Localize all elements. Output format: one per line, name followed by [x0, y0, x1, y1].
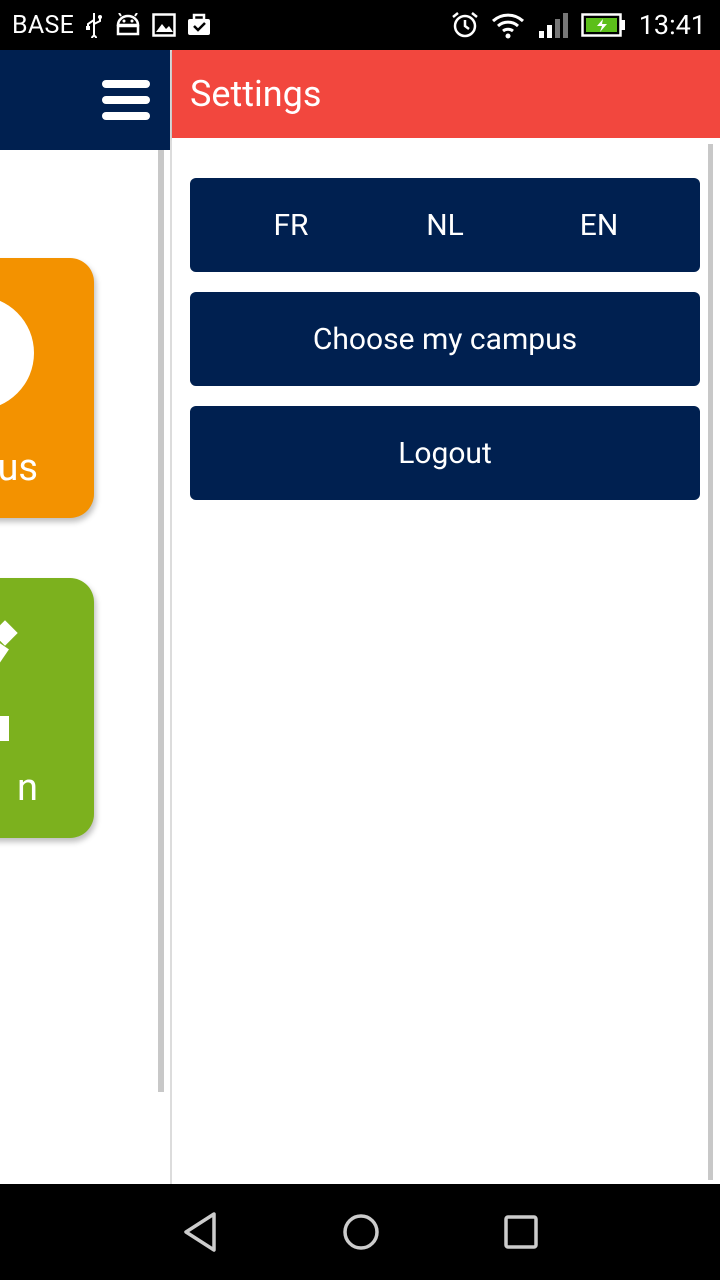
language-nl-button[interactable]: NL	[385, 208, 505, 243]
android-debug-icon	[114, 13, 142, 37]
main-scrollbar[interactable]	[158, 150, 164, 1092]
alarm-icon	[451, 11, 479, 39]
main-panel: us n	[0, 50, 172, 1184]
status-left: BASE	[12, 0, 212, 50]
wifi-icon	[491, 11, 525, 39]
usb-icon	[84, 12, 104, 38]
image-icon	[152, 13, 176, 37]
logout-button[interactable]: Logout	[190, 406, 700, 500]
page-title: Settings	[190, 73, 322, 115]
edit-tile-icon	[0, 620, 18, 741]
status-right: 13:41	[451, 0, 706, 50]
recent-apps-icon[interactable]	[497, 1208, 545, 1256]
main-header	[0, 50, 172, 150]
carrier-name: BASE	[12, 10, 75, 40]
clock: 13:41	[638, 9, 706, 41]
settings-body: FR NL EN Choose my campus Logout	[172, 138, 720, 1184]
status-bar: BASE 13:41	[0, 0, 720, 50]
battery-charging-icon	[581, 12, 627, 38]
tile-label: us	[0, 446, 38, 490]
settings-scrollbar[interactable]	[708, 144, 713, 1180]
home-icon[interactable]	[337, 1208, 385, 1256]
briefcase-icon	[186, 13, 212, 37]
menu-icon[interactable]	[102, 80, 150, 120]
language-en-button[interactable]: EN	[539, 208, 659, 243]
language-fr-button[interactable]: FR	[231, 208, 351, 243]
language-selector: FR NL EN	[190, 178, 700, 272]
tile-label: n	[17, 766, 38, 810]
settings-header: Settings	[172, 50, 720, 138]
navigation-bar	[0, 1184, 720, 1280]
campus-tile-icon	[0, 296, 34, 410]
signal-icon	[537, 11, 569, 39]
back-icon[interactable]	[177, 1208, 225, 1256]
tile-green[interactable]: n	[0, 578, 94, 838]
tile-campus[interactable]: us	[0, 258, 94, 518]
choose-campus-button[interactable]: Choose my campus	[190, 292, 700, 386]
